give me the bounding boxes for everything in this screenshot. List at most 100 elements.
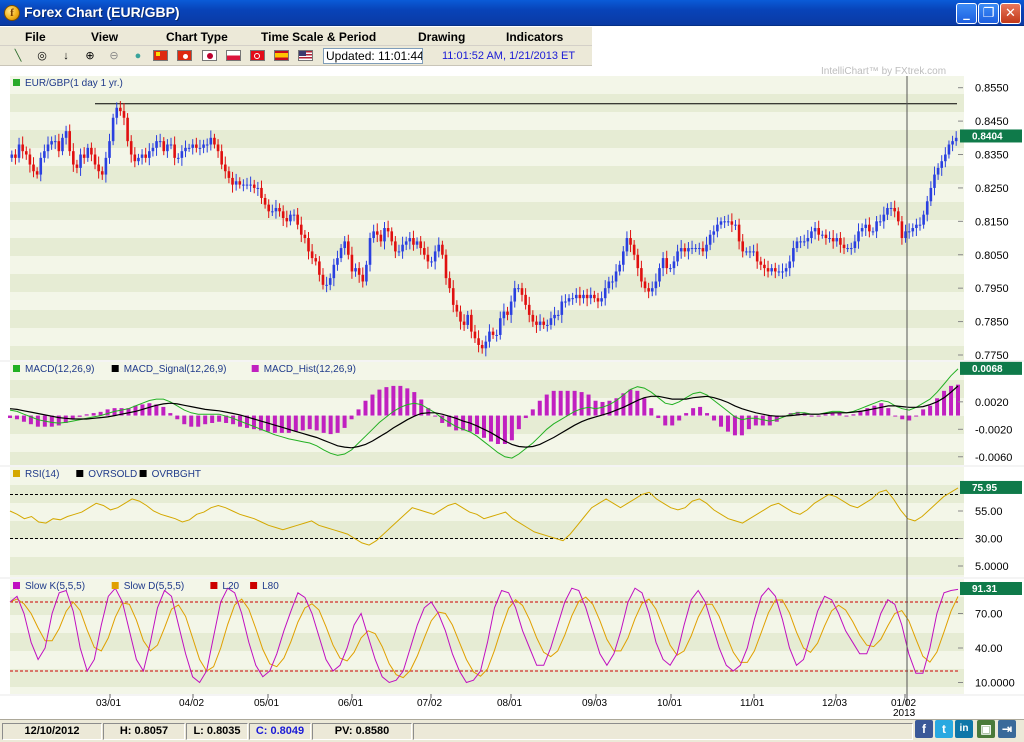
twitter-icon[interactable]: t	[935, 720, 953, 738]
candle-body	[556, 314, 560, 316]
candle-body	[795, 241, 799, 249]
candle-body	[509, 301, 513, 315]
candle-body	[108, 141, 111, 158]
candle-body	[723, 221, 726, 223]
candle-body	[864, 224, 868, 229]
facebook-icon[interactable]: f	[915, 720, 933, 738]
candle-body	[104, 157, 108, 175]
macd-hist-bar	[495, 415, 500, 444]
price-tick-label: 0.8450	[975, 116, 1009, 128]
candle-body	[57, 141, 61, 152]
macd-hist-bar	[677, 415, 682, 421]
candle-body	[951, 141, 954, 145]
candle-body	[144, 154, 147, 158]
candle-body	[455, 304, 459, 312]
macd-hist-bar	[670, 415, 675, 426]
candle-body	[810, 231, 813, 239]
candle-body	[875, 221, 878, 232]
macd-hist-bar	[377, 389, 382, 416]
candle-body	[882, 214, 886, 222]
candle-body	[336, 258, 339, 265]
grid-band	[10, 310, 964, 328]
candle-body	[375, 231, 379, 235]
candle-body	[386, 228, 390, 232]
macd-hist-bar	[35, 415, 40, 427]
candle-body	[889, 207, 893, 209]
candle-body	[560, 301, 564, 315]
candle-body	[679, 248, 683, 252]
rsi-tick-label: 30.00	[975, 534, 1003, 546]
candle-body	[21, 144, 24, 152]
candle-body	[527, 304, 531, 315]
candle-body	[328, 278, 332, 285]
date-tick-label: 06/01	[338, 698, 363, 709]
candle-body	[10, 154, 14, 158]
candle-body	[53, 141, 57, 143]
date-tick-label: 07/02	[417, 698, 442, 709]
candle-body	[582, 294, 585, 299]
candle-body	[792, 248, 795, 262]
exit-icon[interactable]: ⇥	[998, 720, 1016, 738]
candle-body	[770, 268, 773, 272]
candle-body	[925, 201, 929, 215]
candle-body	[773, 268, 777, 272]
candle-body	[310, 251, 314, 259]
candle-body	[600, 298, 603, 302]
macd-hist-bar	[196, 415, 201, 427]
legend-label: EUR/GBP(1 day 1 yr.)	[25, 78, 123, 89]
legend-swatch	[139, 470, 147, 477]
candle-body	[535, 321, 538, 325]
chart-canvas[interactable]: 0.8550 0.8450 0.8350 0.8250 0.8150 0.8050 0.79…	[0, 0, 1024, 742]
candle-body	[835, 238, 839, 242]
candle-body	[238, 181, 242, 185]
legend-label: RSI(14)	[25, 469, 59, 480]
candle-body	[365, 264, 368, 282]
candle-body	[824, 234, 828, 239]
date-tick-label: 05/01	[254, 698, 279, 709]
macd-hist-bar	[879, 403, 884, 416]
candle-body	[947, 144, 951, 155]
macd-hist-bar	[147, 403, 152, 416]
candle-body	[220, 151, 223, 165]
candle-body	[115, 107, 119, 118]
candle-body	[339, 248, 343, 259]
candle-body	[911, 228, 915, 232]
candle-body	[419, 241, 422, 249]
date-tick-label: 11/01	[740, 698, 765, 709]
tile-windows-icon[interactable]: ▣	[977, 720, 995, 738]
macd-hist-bar	[231, 415, 236, 425]
candle-body	[169, 144, 173, 146]
candle-body	[849, 248, 853, 250]
candle-body	[459, 311, 462, 322]
candle-body	[354, 268, 357, 272]
candle-body	[97, 164, 100, 172]
date-tick-label: 09/03	[582, 698, 607, 709]
macd-hist-bar	[14, 415, 19, 420]
grid-band	[10, 256, 964, 274]
macd-hist-bar	[335, 415, 340, 433]
macd-hist-bar	[579, 392, 584, 416]
candle-body	[90, 147, 93, 155]
candle-body	[357, 268, 361, 275]
candle-body	[661, 258, 665, 269]
macd-hist-bar	[558, 390, 563, 416]
candle-body	[936, 167, 940, 175]
status-low: L: 0.8035	[186, 723, 248, 740]
linkedin-icon[interactable]: in	[955, 720, 973, 738]
candle-body	[737, 224, 741, 242]
candle-body	[129, 141, 133, 155]
candle-body	[589, 294, 593, 299]
legend-swatch	[251, 365, 259, 372]
candle-body	[944, 154, 947, 162]
macd-hist-bar	[725, 415, 730, 432]
candle-body	[647, 288, 650, 292]
macd-hist-bar	[328, 415, 333, 435]
candle-body	[137, 157, 140, 162]
status-empty	[413, 723, 913, 740]
macd-hist-bar	[565, 390, 570, 416]
candle-body	[506, 311, 509, 315]
candle-body	[368, 238, 372, 265]
legend-label: Slow D(5,5,5)	[124, 581, 185, 592]
candle-body	[119, 107, 122, 112]
candle-body	[256, 187, 260, 189]
